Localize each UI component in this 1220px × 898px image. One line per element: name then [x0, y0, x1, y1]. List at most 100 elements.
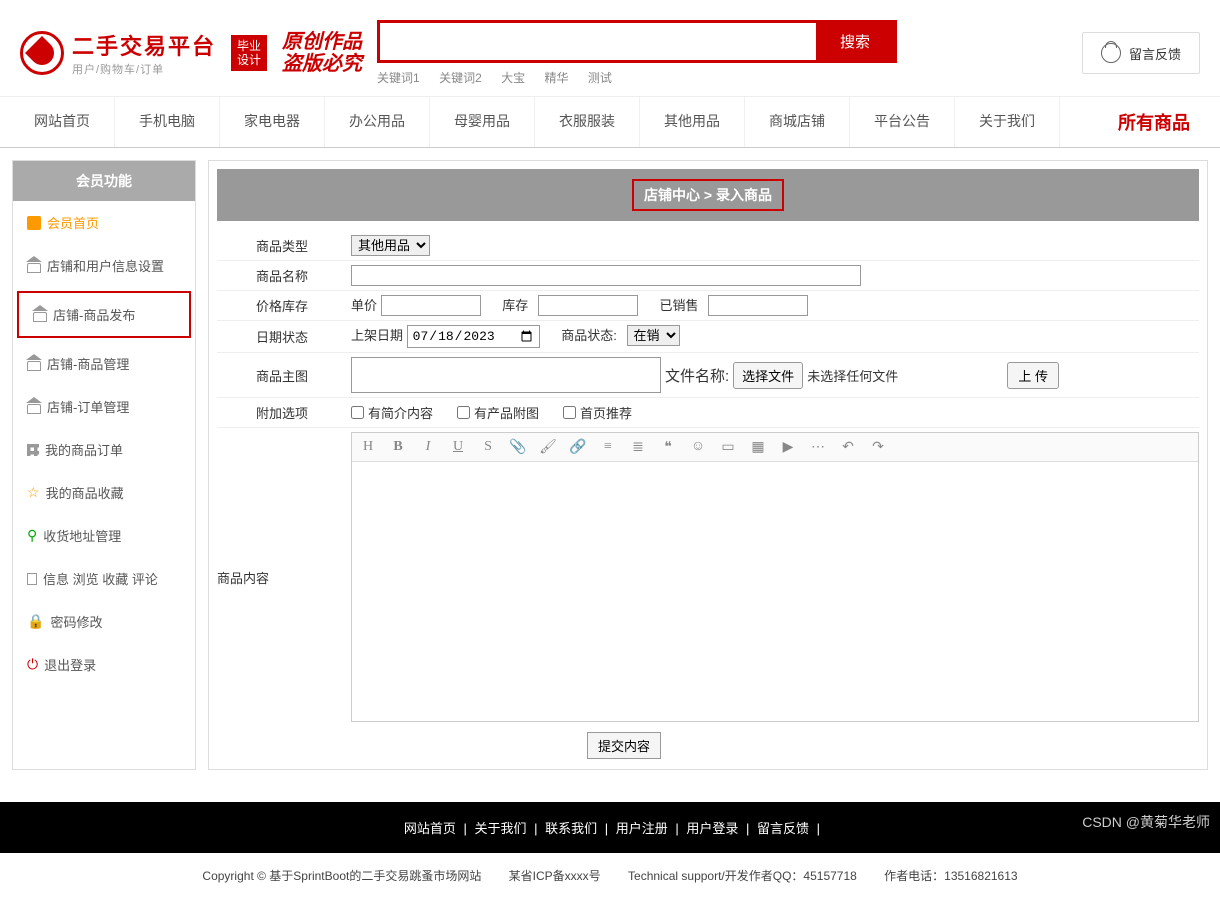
strike-icon[interactable]: S [480, 439, 496, 455]
product-name-input[interactable] [351, 265, 861, 286]
search-area: 搜索 关键词1 关键词2 大宝 精华 测试 [377, 20, 897, 86]
breadcrumb-bar: 店铺中心 > 录入商品 [217, 169, 1199, 221]
sidebar-item-orders[interactable]: 店铺-订单管理 [13, 385, 195, 428]
keyword-link[interactable]: 大宝 [501, 71, 525, 85]
quote-icon[interactable]: ❝ [660, 439, 676, 455]
house-icon [27, 361, 41, 371]
main-area: 会员功能 会员首页 店铺和用户信息设置 店铺-商品发布 店铺-商品管理 店铺-订… [0, 148, 1220, 782]
label-content: 商品内容 [217, 432, 347, 722]
image-path-input[interactable] [351, 357, 661, 393]
video-icon[interactable]: ▶ [780, 439, 796, 455]
link-icon[interactable]: 🔗 [570, 439, 586, 455]
label-price-stock: 价格库存 [217, 296, 347, 315]
footer-link[interactable]: 联系我们 [545, 821, 597, 836]
headset-icon [1101, 43, 1121, 63]
align-icon[interactable]: ≣ [630, 439, 646, 455]
pin-icon: ⚲ [27, 527, 37, 544]
main-nav: 网站首页 手机电脑 家电电器 办公用品 母婴用品 衣服服装 其他用品 商城店铺 … [0, 96, 1220, 148]
keyword-link[interactable]: 关键词1 [377, 71, 420, 85]
home-icon [27, 216, 41, 230]
sold-input[interactable] [708, 295, 808, 316]
bold-icon[interactable]: B [390, 439, 406, 455]
sidebar-item-logout[interactable]: ⏻ 退出登录 [13, 643, 195, 686]
checkbox-intro[interactable]: 有简介内容 [351, 403, 433, 422]
sidebar-item-manage[interactable]: 店铺-商品管理 [13, 342, 195, 385]
sidebar-item-address[interactable]: ⚲ 收货地址管理 [13, 514, 195, 557]
list-icon[interactable]: ≡ [600, 439, 616, 455]
sidebar-item-my-orders[interactable]: 我的商品订单 [13, 428, 195, 471]
nav-other[interactable]: 其他用品 [640, 97, 745, 147]
editor-toolbar: H B I U S 📎 🖌 🔗 ≡ ≣ ❝ ☺ ▭ ▦ ▶ [351, 432, 1199, 462]
breadcrumb: 店铺中心 > 录入商品 [632, 179, 784, 211]
sidebar-item-home[interactable]: 会员首页 [13, 201, 195, 244]
select-file-button[interactable]: 选择文件 [733, 362, 803, 389]
nav-shops[interactable]: 商城店铺 [745, 97, 850, 147]
checkbox-image[interactable]: 有产品附图 [457, 403, 539, 422]
sidebar-item-password[interactable]: 🔒 密码修改 [13, 600, 195, 643]
tech-support: Technical support/开发作者QQ：45157718 [628, 869, 857, 883]
label-name: 商品名称 [217, 266, 347, 285]
undo-icon[interactable]: ↶ [840, 439, 856, 455]
nav-all-products[interactable]: 所有商品 [1098, 97, 1210, 147]
no-file-text: 未选择任何文件 [807, 366, 898, 385]
feedback-button[interactable]: 留言反馈 [1082, 32, 1200, 74]
unit-price-input[interactable] [381, 295, 481, 316]
more-icon[interactable]: ⋯ [810, 439, 826, 455]
logo-subtitle: 用户/购物车/订单 [72, 61, 216, 77]
sidebar-item-info[interactable]: 信息 浏览 收藏 评论 [13, 557, 195, 600]
sidebar-title: 会员功能 [13, 161, 195, 201]
label-extra-options: 附加选项 [217, 403, 347, 422]
logo-title: 二手交易平台 [72, 29, 216, 61]
submit-button[interactable]: 提交内容 [587, 732, 661, 759]
footer-link[interactable]: 关于我们 [475, 821, 527, 836]
underline-icon[interactable]: U [450, 439, 466, 455]
footer-nav: 网站首页 | 关于我们 | 联系我们 | 用户注册 | 用户登录 | 留言反馈 … [0, 802, 1220, 853]
badge: 毕业 设计 [231, 35, 267, 72]
keyword-list: 关键词1 关键词2 大宝 精华 测试 [377, 69, 897, 86]
icp: 某省ICP备xxxx号 [509, 869, 601, 883]
redo-icon[interactable]: ↷ [870, 439, 886, 455]
label-date-status: 日期状态 [217, 327, 347, 346]
brush-icon[interactable]: 🖌 [540, 439, 556, 455]
table-icon[interactable]: ▦ [750, 439, 766, 455]
list-date-input[interactable] [407, 325, 540, 348]
content-panel: 店铺中心 > 录入商品 商品类型 其他用品 商品名称 [208, 160, 1208, 770]
nav-notice[interactable]: 平台公告 [850, 97, 955, 147]
nav-clothes[interactable]: 衣服服装 [535, 97, 640, 147]
attach-icon[interactable]: 📎 [510, 439, 526, 455]
content-editor[interactable] [351, 462, 1199, 722]
sidebar-item-settings[interactable]: 店铺和用户信息设置 [13, 244, 195, 287]
emoji-icon[interactable]: ☺ [690, 439, 706, 455]
nav-appliance[interactable]: 家电电器 [220, 97, 325, 147]
house-icon [27, 263, 41, 273]
sidebar-item-favorites[interactable]: ☆ 我的商品收藏 [13, 471, 195, 514]
footer-link[interactable]: 用户注册 [616, 821, 668, 836]
keyword-link[interactable]: 测试 [588, 71, 612, 85]
product-type-select[interactable]: 其他用品 [351, 235, 430, 256]
checkbox-recommend[interactable]: 首页推荐 [563, 403, 632, 422]
nav-about[interactable]: 关于我们 [955, 97, 1060, 147]
footer-link[interactable]: 用户登录 [686, 821, 738, 836]
nav-home[interactable]: 网站首页 [10, 97, 115, 147]
image-icon[interactable]: ▭ [720, 439, 736, 455]
nav-office[interactable]: 办公用品 [325, 97, 430, 147]
sidebar: 会员功能 会员首页 店铺和用户信息设置 店铺-商品发布 店铺-商品管理 店铺-订… [12, 160, 196, 770]
logo-icon [20, 31, 64, 75]
label-list-date: 上架日期 [351, 328, 403, 343]
stock-input[interactable] [538, 295, 638, 316]
nav-baby[interactable]: 母婴用品 [430, 97, 535, 147]
keyword-link[interactable]: 精华 [544, 71, 568, 85]
search-input[interactable] [380, 23, 816, 60]
search-button[interactable]: 搜索 [816, 23, 894, 60]
heading-icon[interactable]: H [360, 439, 376, 455]
sidebar-item-publish[interactable]: 店铺-商品发布 [17, 291, 191, 338]
footer-link[interactable]: 留言反馈 [757, 821, 809, 836]
keyword-link[interactable]: 关键词2 [439, 71, 482, 85]
label-product-status: 商品状态: [561, 328, 617, 343]
italic-icon[interactable]: I [420, 439, 436, 455]
label-sold: 已销售 [660, 298, 699, 313]
footer-link[interactable]: 网站首页 [404, 821, 456, 836]
product-status-select[interactable]: 在销 [627, 325, 680, 346]
nav-phone[interactable]: 手机电脑 [115, 97, 220, 147]
upload-button[interactable]: 上 传 [1007, 362, 1059, 389]
